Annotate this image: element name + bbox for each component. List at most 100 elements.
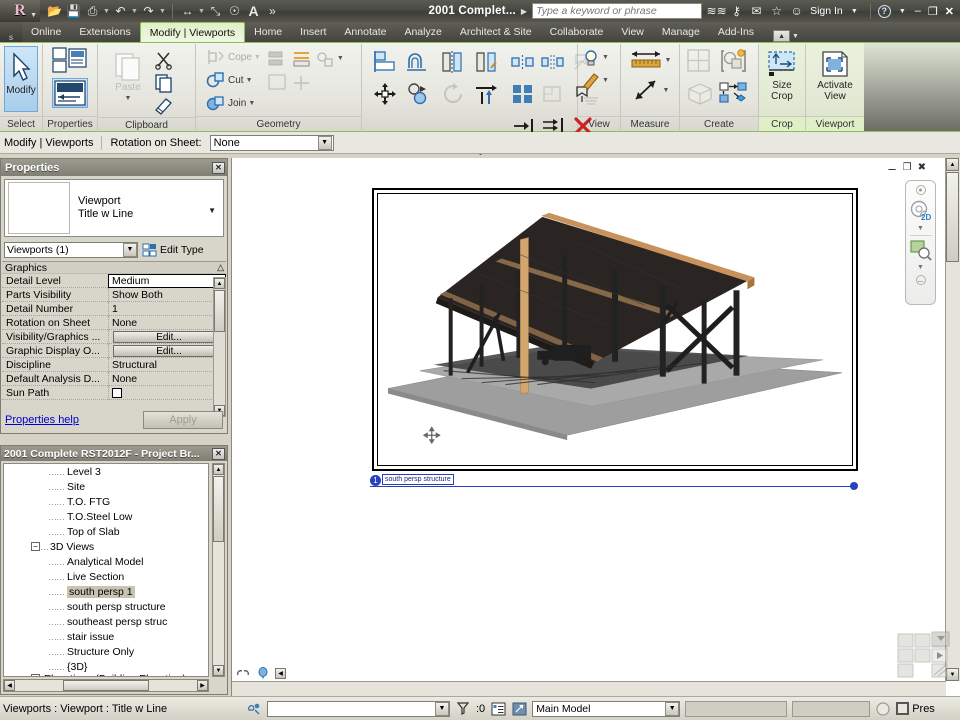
- chevron-down-icon[interactable]: ▼: [792, 33, 799, 40]
- worksets-icon[interactable]: [511, 701, 527, 717]
- tab-home[interactable]: Home: [245, 22, 291, 42]
- property-row[interactable]: Rotation on Sheet None: [2, 316, 226, 330]
- scroll-left-icon[interactable]: ◀: [4, 680, 15, 691]
- chevron-down-icon[interactable]: ▼: [663, 87, 670, 94]
- scale-icon[interactable]: [538, 78, 568, 110]
- collapse-icon[interactable]: −: [31, 542, 40, 551]
- envelope-icon[interactable]: ✉: [748, 3, 765, 19]
- measure-between-references-icon[interactable]: [629, 48, 663, 72]
- wall-joins-icon[interactable]: [267, 73, 289, 93]
- demolish-icon[interactable]: [267, 49, 289, 69]
- viewport-title-label[interactable]: 1 south persp structure: [370, 474, 858, 490]
- trim-extend-icon[interactable]: [470, 78, 504, 110]
- tree-item[interactable]: …… stair issue: [4, 629, 208, 644]
- text-icon[interactable]: A: [245, 3, 262, 20]
- tab-collaborate[interactable]: Collaborate: [541, 22, 613, 42]
- user-icon[interactable]: ☺: [788, 3, 805, 19]
- zoom-region-icon[interactable]: [909, 239, 933, 264]
- scroll-thumb[interactable]: [214, 290, 225, 332]
- visibility-graphics-edit-button[interactable]: Edit...: [113, 331, 225, 343]
- scroll-right-icon[interactable]: ▶: [197, 680, 208, 691]
- design-options-icon[interactable]: [246, 701, 262, 717]
- tree-group-elevations[interactable]: − Elevations (Building Elevation): [4, 674, 208, 676]
- create-assembly-icon[interactable]: [718, 81, 748, 105]
- element-filter-select[interactable]: Viewports (1) ▼: [4, 241, 138, 258]
- properties-icon[interactable]: [52, 46, 88, 76]
- close-icon[interactable]: ✕: [212, 447, 225, 460]
- sun-path-checkbox[interactable]: [112, 388, 122, 398]
- scroll-thumb[interactable]: [946, 172, 959, 262]
- type-selector[interactable]: Viewport Title w Line ▼: [4, 179, 224, 237]
- help-balloon-icon[interactable]: [255, 665, 271, 681]
- tab-modify-viewports[interactable]: Modify | Viewports: [139, 22, 246, 42]
- chevron-down-icon[interactable]: ▼: [665, 701, 680, 716]
- chevron-down-icon[interactable]: ▼: [917, 225, 924, 232]
- mirror-pick-axis-icon[interactable]: [436, 46, 470, 78]
- tree-item[interactable]: …… Structure Only: [4, 644, 208, 659]
- tree-item[interactable]: …… southeast persp struc: [4, 614, 208, 629]
- checkbox-icon[interactable]: [896, 702, 910, 715]
- copy-modify-icon[interactable]: [402, 78, 436, 110]
- tree-item[interactable]: …… Top of Slab: [4, 524, 208, 539]
- chevron-down-icon[interactable]: ▼: [337, 55, 344, 62]
- ribbon-collapse-icon[interactable]: ▲: [773, 30, 791, 42]
- browser-horizontal-scrollbar[interactable]: ◀ ▶: [3, 679, 209, 692]
- move-icon[interactable]: [368, 78, 402, 110]
- view-minimize-button[interactable]: ⚊: [888, 162, 897, 173]
- view-close-button[interactable]: ✖: [918, 162, 926, 173]
- tree-item[interactable]: …… T.O. FTG: [4, 494, 208, 509]
- scroll-up-icon[interactable]: ▲: [946, 158, 959, 171]
- create-similar-icon[interactable]: [686, 48, 712, 74]
- property-value[interactable]: 1: [108, 302, 226, 316]
- property-value[interactable]: Show Both: [108, 288, 226, 302]
- link-views-icon[interactable]: [235, 665, 251, 681]
- save-icon[interactable]: 💾: [65, 3, 82, 20]
- property-row[interactable]: Detail Number 1: [2, 302, 226, 316]
- chevron-down-icon[interactable]: ▼: [665, 57, 672, 64]
- help-dropdown-icon[interactable]: ▼: [894, 3, 911, 19]
- copy-icon[interactable]: [154, 72, 174, 94]
- scroll-thumb[interactable]: [213, 476, 224, 542]
- modify-button[interactable]: Modify: [4, 46, 38, 112]
- graphic-display-edit-button[interactable]: Edit...: [113, 345, 225, 357]
- steering-wheel-2d-icon[interactable]: 2D: [909, 200, 933, 225]
- tab-annotate[interactable]: Annotate: [335, 22, 395, 42]
- navbar-close-icon[interactable]: ●: [915, 185, 926, 195]
- chevron-down-icon[interactable]: ▼: [208, 206, 216, 215]
- property-row[interactable]: Sun Path: [2, 386, 226, 400]
- activate-view-button[interactable]: Activate View: [810, 46, 860, 102]
- tab-view[interactable]: View: [612, 22, 653, 42]
- browser-tree[interactable]: …… Level 3 …… Site …… T.O. FTG …… T.O.Steel …: [3, 463, 209, 677]
- collapse-icon[interactable]: −: [31, 674, 40, 676]
- tree-item[interactable]: …… {3D}: [4, 659, 208, 674]
- cut-geometry-button[interactable]: Cut ▼: [206, 69, 261, 91]
- chevron-down-icon[interactable]: ▼: [917, 264, 924, 271]
- scroll-thumb[interactable]: [63, 680, 149, 691]
- chevron-down-icon[interactable]: ▼: [123, 242, 137, 257]
- scroll-down-icon[interactable]: ▼: [213, 665, 224, 676]
- property-value[interactable]: None: [108, 316, 226, 330]
- press-drag-toggle[interactable]: Pres: [896, 702, 935, 715]
- tab-insert[interactable]: Insert: [291, 22, 335, 42]
- tab-extensions[interactable]: Extensions: [70, 22, 139, 42]
- chevron-down-icon[interactable]: ▼: [254, 54, 261, 61]
- scroll-up-icon[interactable]: ▲: [214, 278, 225, 289]
- rotate-icon[interactable]: [436, 78, 470, 110]
- chevron-down-icon[interactable]: ▼: [602, 77, 609, 84]
- ribbon-minimize-control[interactable]: ▲ ▼: [773, 30, 799, 42]
- property-value[interactable]: None: [108, 372, 226, 386]
- sign-in-label[interactable]: Sign In: [808, 5, 843, 17]
- create-part-icon[interactable]: [686, 81, 714, 105]
- measure-icon[interactable]: ↔: [179, 3, 196, 20]
- join-button[interactable]: Join ▼: [206, 92, 261, 114]
- property-row[interactable]: Parts Visibility Show Both: [2, 288, 226, 302]
- open-icon[interactable]: 📂: [46, 3, 63, 20]
- align-icon[interactable]: [368, 46, 402, 78]
- split-element-icon[interactable]: [508, 46, 538, 78]
- measure-along-element-icon[interactable]: [631, 77, 661, 103]
- properties-help-link[interactable]: Properties help: [5, 414, 79, 426]
- create-group-icon[interactable]: [720, 48, 748, 74]
- chevron-up-icon[interactable]: △: [217, 262, 224, 273]
- array-icon[interactable]: [508, 78, 538, 110]
- tab-analyze[interactable]: Analyze: [395, 22, 450, 42]
